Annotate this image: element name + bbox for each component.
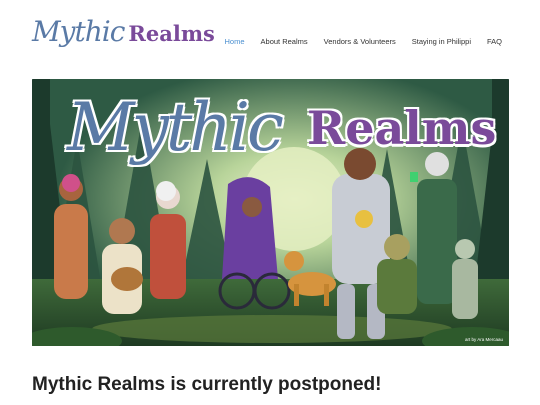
site-header: Mythic Realms Home About Realms Vendors … [0, 0, 540, 70]
art-credit: art by Ara Mercaau [464, 337, 503, 342]
site-logo[interactable]: Mythic Realms [32, 10, 215, 46]
hero-title: Mythic Realms [32, 79, 509, 169]
logo-bold-text: Realms [128, 21, 215, 46]
logo-script-text: Mythic [32, 15, 125, 48]
hero-banner-image: Mythic Realms art by Ara Mercaau [32, 79, 509, 346]
main-nav: Home About Realms Vendors & Volunteers S… [209, 37, 502, 46]
nav-item-faq[interactable]: FAQ [487, 37, 502, 46]
page-headline: Mythic Realms is currently postponed! [32, 374, 382, 395]
nav-item-about-realms[interactable]: About Realms [261, 37, 308, 46]
nav-item-staying-in-philippi[interactable]: Staying in Philippi [412, 37, 471, 46]
nav-item-home[interactable]: Home [225, 37, 245, 46]
nav-item-vendors-volunteers[interactable]: Vendors & Volunteers [324, 37, 396, 46]
hero-title-script: Mythic [66, 88, 285, 167]
hero-title-bold: Realms [307, 101, 497, 155]
